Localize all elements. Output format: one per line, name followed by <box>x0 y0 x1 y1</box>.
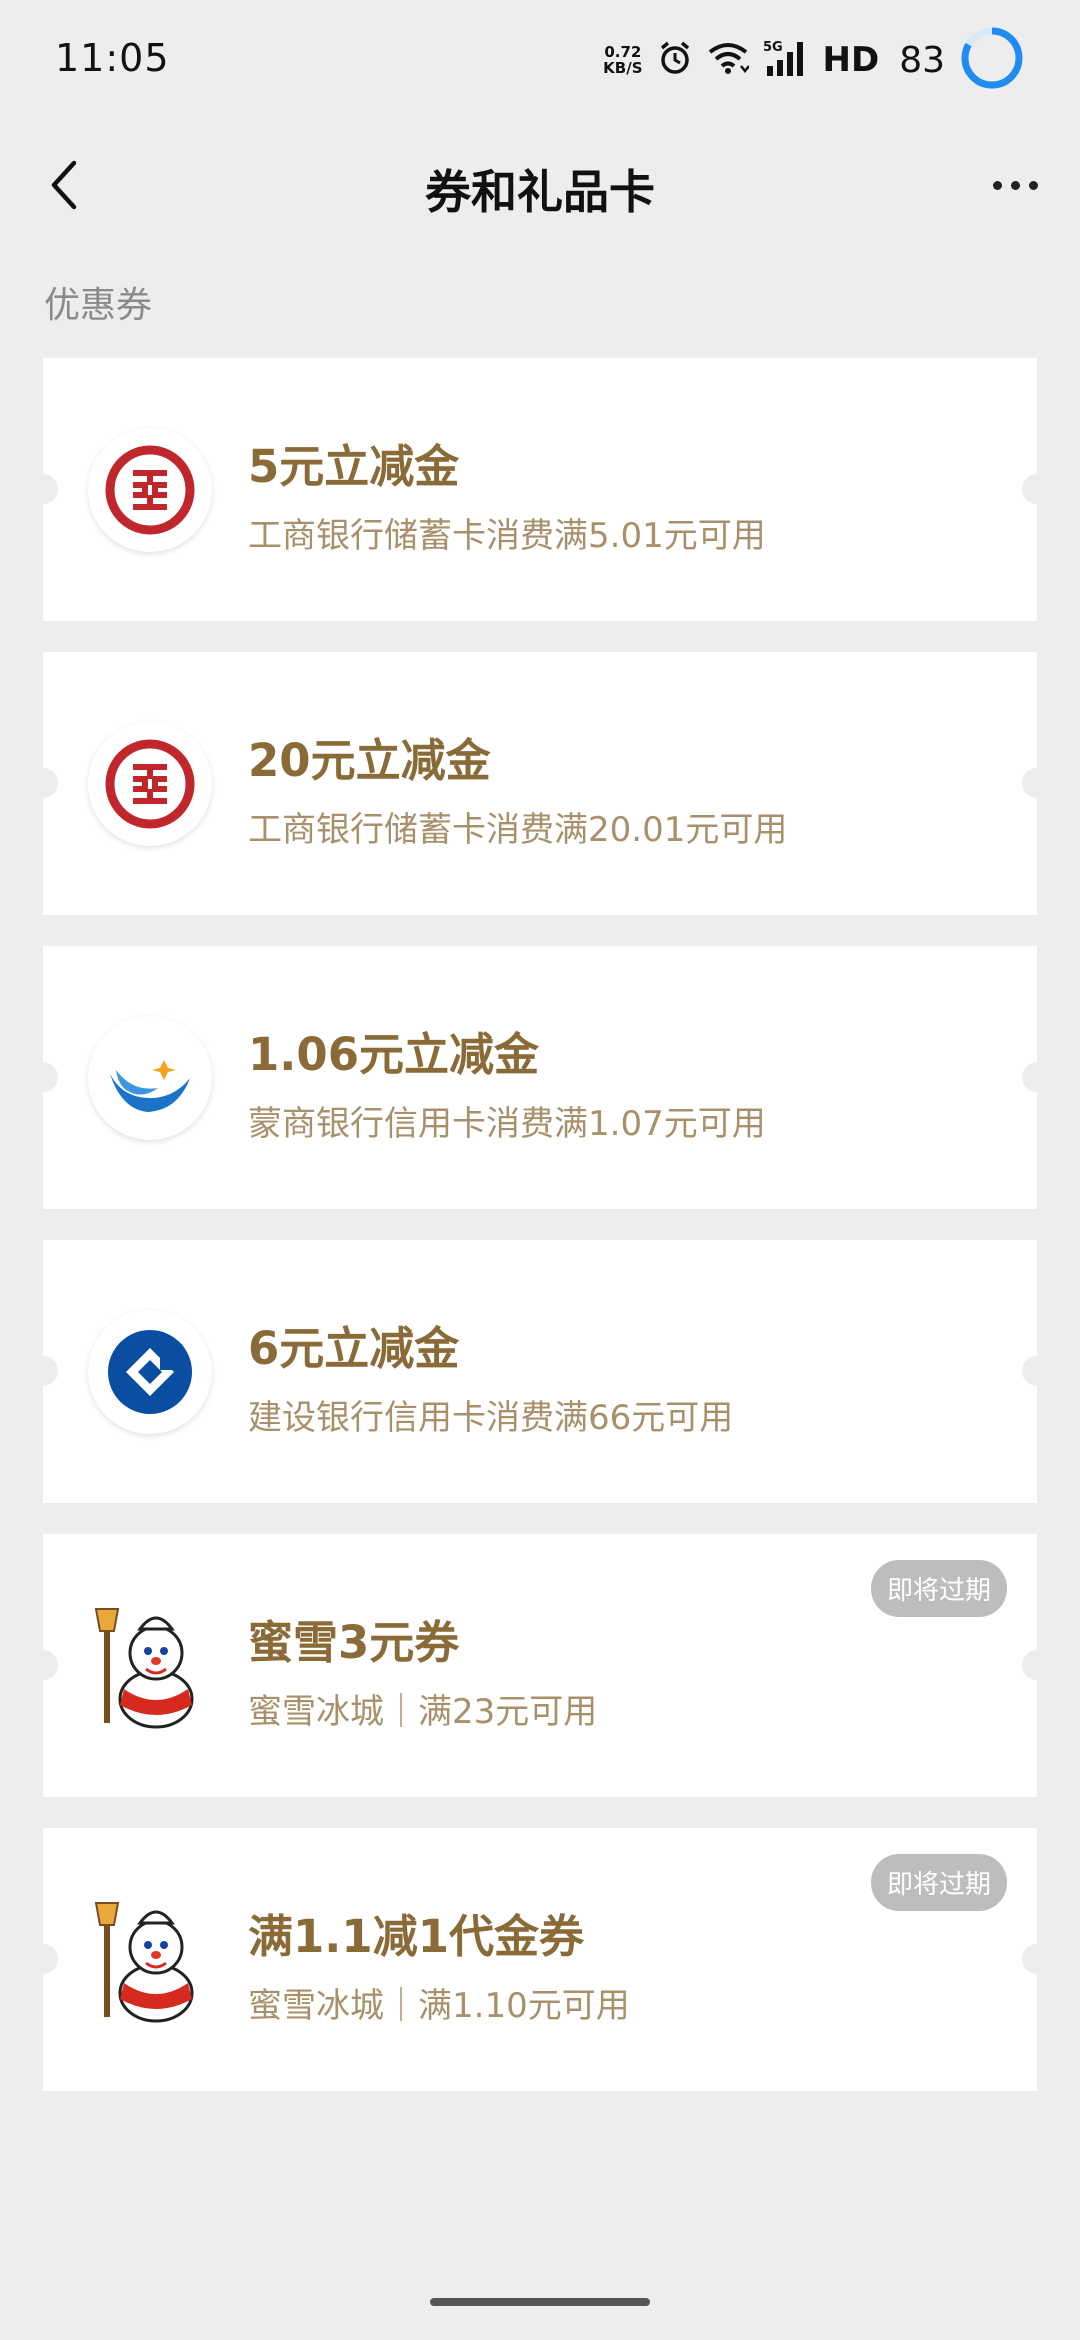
network-type: 5G <box>763 40 783 55</box>
battery-level: 83 <box>899 39 945 81</box>
status-icons: 0.72 KB/S 5G HD 83 <box>603 22 1025 98</box>
coupon-subtitle: 工商银行储蓄卡消费满5.01元可用 <box>248 516 766 556</box>
coupon-card[interactable]: 5元立减金 工商银行储蓄卡消费满5.01元可用 <box>28 358 1052 621</box>
coupon-title: 5元立减金 <box>248 440 460 493</box>
network-speed: 0.72 KB/S <box>603 44 642 76</box>
more-options-button[interactable] <box>980 150 1050 220</box>
coupon-list: 5元立减金 工商银行储蓄卡消费满5.01元可用 20元立减金 工商银行储蓄卡消费… <box>28 358 1052 2122</box>
more-dot-icon <box>1028 180 1038 190</box>
coupon-title: 1.06元立减金 <box>248 1028 540 1081</box>
ccb-logo <box>88 1310 212 1434</box>
coupon-subtitle: 蜜雪冰城｜满1.10元可用 <box>248 1986 630 2026</box>
status-bar: 11:05 0.72 KB/S 5G HD 83 <box>0 0 1080 120</box>
coupon-title: 20元立减金 <box>248 734 491 787</box>
coupon-subtitle: 建设银行信用卡消费满66元可用 <box>248 1398 734 1438</box>
section-label-coupons: 优惠券 <box>44 285 153 326</box>
more-dot-icon <box>992 180 1002 190</box>
coupon-subtitle: 工商银行储蓄卡消费满20.01元可用 <box>248 810 788 850</box>
mixue-snowman-logo <box>88 1898 212 2023</box>
icbc-logo <box>88 428 212 552</box>
network-speed-unit: KB/S <box>603 59 643 77</box>
more-dot-icon <box>1010 180 1020 190</box>
page-title: 券和礼品卡 <box>425 165 655 219</box>
coupon-title: 蜜雪3元券 <box>248 1616 460 1669</box>
alarm-icon <box>657 40 693 80</box>
coupon-title: 满1.1减1代金券 <box>248 1910 585 1963</box>
coupon-subtitle: 蒙商银行信用卡消费满1.07元可用 <box>248 1104 766 1144</box>
coupon-card[interactable]: 即将过期 蜜雪3元券 蜜雪冰城｜满23元可用 <box>28 1534 1052 1797</box>
home-indicator[interactable] <box>430 2298 650 2306</box>
coupon-card[interactable]: 20元立减金 工商银行储蓄卡消费满20.01元可用 <box>28 652 1052 915</box>
network-speed-value: 0.72 <box>604 43 642 61</box>
nav-bar: 券和礼品卡 <box>0 130 1080 240</box>
expiring-soon-badge: 即将过期 <box>870 1560 1007 1617</box>
coupon-card[interactable]: 6元立减金 建设银行信用卡消费满66元可用 <box>28 1240 1052 1503</box>
hd-indicator: HD <box>822 40 880 80</box>
mengshang-bank-logo <box>88 1016 212 1140</box>
icbc-logo <box>88 722 212 846</box>
expiring-soon-badge: 即将过期 <box>870 1854 1007 1911</box>
mixue-snowman-logo <box>88 1604 212 1729</box>
coupon-title: 6元立减金 <box>248 1322 460 1375</box>
coupon-card[interactable]: 1.06元立减金 蒙商银行信用卡消费满1.07元可用 <box>28 946 1052 1209</box>
wifi-icon <box>707 40 750 80</box>
coupon-card[interactable]: 即将过期 满1.1减1代金券 蜜雪冰城｜满1.10元可用 <box>28 1828 1052 2091</box>
battery-ring-icon <box>959 25 1025 95</box>
cellular-signal-icon: 5G <box>763 38 809 82</box>
coupon-subtitle: 蜜雪冰城｜满23元可用 <box>248 1692 598 1732</box>
status-time: 11:05 <box>55 36 170 80</box>
